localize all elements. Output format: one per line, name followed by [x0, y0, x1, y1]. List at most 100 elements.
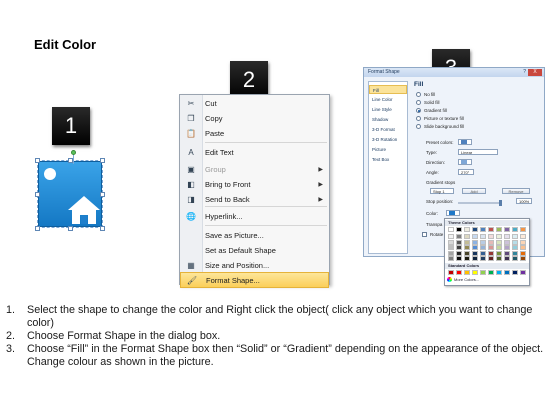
nav-item-shadow[interactable]: Shadow: [369, 115, 407, 124]
close-button[interactable]: X: [528, 69, 542, 76]
resize-handle-mr[interactable]: [100, 192, 105, 197]
color-swatch[interactable]: [488, 256, 494, 261]
resize-handle-br[interactable]: [100, 226, 105, 231]
menu-item-copy[interactable]: ❐ Copy: [180, 110, 329, 126]
resize-handle-tr[interactable]: [100, 158, 105, 163]
color-swatch[interactable]: [448, 234, 454, 239]
direction-dropdown[interactable]: [458, 159, 472, 165]
help-button[interactable]: ?: [523, 68, 526, 77]
color-swatch[interactable]: [472, 256, 478, 261]
angle-input[interactable]: 270°: [458, 169, 474, 175]
blue-square-shape[interactable]: [37, 150, 103, 228]
menu-item-format-shape[interactable]: 🖌 Format Shape...: [180, 272, 329, 288]
nav-item-picture[interactable]: Picture: [369, 145, 407, 154]
nav-item-fill[interactable]: Fill: [369, 85, 407, 94]
stop-position-input[interactable]: 100%: [516, 198, 532, 204]
color-swatch[interactable]: [504, 256, 510, 261]
stop-position-slider[interactable]: [458, 202, 502, 204]
color-swatch[interactable]: [448, 239, 454, 245]
resize-handle-tm[interactable]: [68, 158, 73, 163]
rotation-handle[interactable]: [71, 150, 76, 155]
more-colors-option[interactable]: More Colors...: [447, 277, 479, 282]
color-swatch[interactable]: [512, 234, 518, 239]
color-swatch[interactable]: [520, 227, 526, 232]
menu-item-paste[interactable]: 📋 Paste: [180, 125, 329, 141]
color-swatch[interactable]: [520, 239, 526, 245]
color-swatch[interactable]: [512, 227, 518, 232]
color-swatch[interactable]: [520, 256, 526, 261]
nav-item-3-d-rotation[interactable]: 3-D Rotation: [369, 135, 407, 144]
color-swatch[interactable]: [488, 250, 494, 256]
color-swatch[interactable]: [472, 239, 478, 245]
color-swatch[interactable]: [512, 239, 518, 245]
radio-button[interactable]: [416, 124, 421, 129]
color-swatch[interactable]: [512, 245, 518, 250]
radio-button[interactable]: [416, 116, 421, 121]
color-swatch[interactable]: [472, 250, 478, 256]
nav-item-line-style[interactable]: Line Style: [369, 105, 407, 114]
stop-dropdown[interactable]: Stop 1: [430, 188, 454, 194]
resize-handle-tl[interactable]: [35, 158, 40, 163]
color-swatch[interactable]: [480, 234, 486, 239]
menu-item-cut[interactable]: ✂ Cut: [180, 95, 329, 111]
color-swatch[interactable]: [464, 234, 470, 239]
color-swatch[interactable]: [488, 227, 494, 232]
fill-option-slide-background-fill[interactable]: Slide background fill: [416, 124, 464, 129]
color-swatch[interactable]: [456, 245, 462, 250]
radio-button[interactable]: [416, 108, 421, 113]
fill-option-no-fill[interactable]: No fill: [416, 92, 435, 97]
color-swatch[interactable]: [472, 270, 478, 275]
color-swatch[interactable]: [456, 250, 462, 256]
menu-item-group[interactable]: ▣ Group ▶: [180, 161, 329, 177]
color-swatch[interactable]: [472, 234, 478, 239]
color-swatch[interactable]: [480, 256, 486, 261]
color-dropdown[interactable]: [446, 210, 460, 216]
color-swatch[interactable]: [448, 256, 454, 261]
color-swatch[interactable]: [456, 234, 462, 239]
color-swatch[interactable]: [464, 270, 470, 275]
color-swatch[interactable]: [496, 250, 502, 256]
color-swatch[interactable]: [496, 234, 502, 239]
color-swatch[interactable]: [504, 234, 510, 239]
fill-option-solid-fill[interactable]: Solid fill: [416, 100, 440, 105]
color-swatch[interactable]: [464, 245, 470, 250]
resize-handle-bm[interactable]: [68, 226, 73, 231]
color-swatch[interactable]: [520, 250, 526, 256]
add-stop-button[interactable]: Add: [462, 188, 486, 194]
color-swatch[interactable]: [480, 245, 486, 250]
resize-handle-bl[interactable]: [35, 226, 40, 231]
resize-handle-ml[interactable]: [35, 192, 40, 197]
menu-item-send-to-back[interactable]: ◨ Send to Back ▶: [180, 191, 329, 207]
color-swatch[interactable]: [496, 256, 502, 261]
color-swatch[interactable]: [504, 245, 510, 250]
color-swatch[interactable]: [520, 270, 526, 275]
color-swatch[interactable]: [512, 270, 518, 275]
color-swatch[interactable]: [496, 270, 502, 275]
color-swatch[interactable]: [496, 227, 502, 232]
color-swatch[interactable]: [488, 245, 494, 250]
color-swatch[interactable]: [496, 245, 502, 250]
menu-item-size-and-position[interactable]: ▦ Size and Position...: [180, 257, 329, 273]
color-swatch[interactable]: [480, 270, 486, 275]
color-swatch[interactable]: [464, 227, 470, 232]
color-swatch[interactable]: [448, 227, 454, 232]
color-swatch[interactable]: [448, 270, 454, 275]
color-swatch[interactable]: [456, 256, 462, 261]
selected-shape[interactable]: [35, 150, 105, 231]
color-swatch[interactable]: [520, 234, 526, 239]
stop-position-thumb[interactable]: [499, 200, 502, 206]
radio-button[interactable]: [416, 100, 421, 105]
fill-option-gradient-fill[interactable]: Gradient fill: [416, 108, 447, 113]
menu-item-hyperlink[interactable]: 🌐 Hyperlink...: [180, 208, 329, 224]
menu-item-set-as-default-shape[interactable]: Set as Default Shape: [180, 242, 329, 258]
fill-option-picture-or-texture-fill[interactable]: Picture or texture fill: [416, 116, 464, 121]
menu-item-edit-text[interactable]: A Edit Text: [180, 144, 329, 160]
nav-item-3-d-format[interactable]: 3-D Format: [369, 125, 407, 134]
color-swatch[interactable]: [456, 239, 462, 245]
color-swatch[interactable]: [464, 250, 470, 256]
color-swatch[interactable]: [512, 250, 518, 256]
color-swatch[interactable]: [504, 239, 510, 245]
color-swatch[interactable]: [504, 250, 510, 256]
color-swatch[interactable]: [520, 245, 526, 250]
color-swatch[interactable]: [464, 256, 470, 261]
